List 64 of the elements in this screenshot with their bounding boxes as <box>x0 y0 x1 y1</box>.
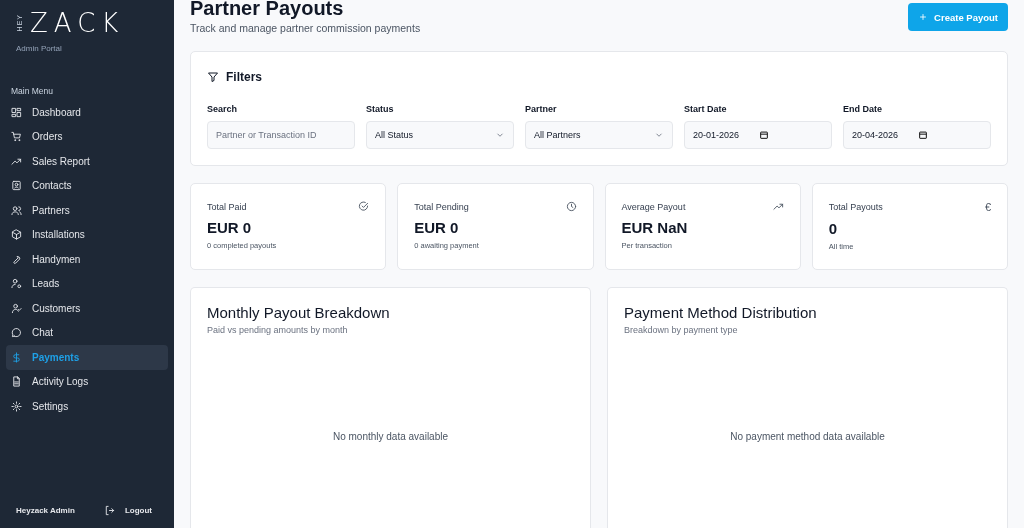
nav-item[interactable]: Contacts <box>6 173 168 198</box>
box-icon <box>11 229 22 241</box>
nav-item[interactable]: Installations <box>6 222 168 247</box>
logout-link[interactable]: Logout <box>103 505 152 516</box>
stat-label: Average Payout <box>621 201 686 212</box>
page-subtitle: Track and manage partner commission payments <box>190 22 421 34</box>
lead-icon <box>11 278 22 290</box>
nav-item[interactable]: Customers <box>6 296 168 321</box>
stat-label: Total Pending <box>414 201 469 212</box>
check-circle-icon <box>358 201 370 212</box>
field-label: Status <box>366 104 395 114</box>
panel-title: Payment Method Distribution <box>624 304 818 321</box>
user-name: Heyzack Admin <box>16 506 75 515</box>
search-field[interactable]: Partner or Transaction ID <box>207 121 355 149</box>
calendar-icon <box>918 130 929 140</box>
trend-up-icon <box>772 201 784 212</box>
cart-icon <box>11 131 22 143</box>
nav-item[interactable]: Leads <box>6 271 168 296</box>
filter-icon <box>207 71 219 83</box>
field-label: Start Date <box>684 104 728 114</box>
field-label: End Date <box>843 104 883 114</box>
euro-symbol: € <box>984 201 991 213</box>
nav-item[interactable]: Orders <box>6 124 168 149</box>
dollar-icon <box>11 351 22 363</box>
panel-subtitle: Paid vs pending amounts by month <box>207 325 349 335</box>
clock-icon <box>565 201 577 212</box>
panel-subtitle: Breakdown by payment type <box>624 325 739 335</box>
calendar-icon <box>759 130 770 140</box>
date-field[interactable]: 20-01-2026 <box>684 121 832 149</box>
select-field[interactable]: All Partners <box>525 121 673 149</box>
chat-icon <box>11 327 22 339</box>
nav-item[interactable]: Dashboard <box>6 100 168 125</box>
nav-item[interactable]: Chat <box>6 320 168 345</box>
panel-title: Monthly Payout Breakdown <box>207 304 391 321</box>
users-icon <box>11 204 22 216</box>
stat-value: EUR NaN <box>621 219 689 236</box>
nav-item[interactable]: Payments <box>6 345 168 370</box>
nav-item[interactable]: Partners <box>6 198 168 223</box>
nav-item[interactable]: Handymen <box>6 247 168 272</box>
logo-text: ZACK <box>30 10 125 36</box>
contact-icon <box>11 180 22 192</box>
stat-label: Total Payouts <box>828 202 883 212</box>
select-field[interactable]: All Status <box>366 121 514 149</box>
filters-title: Filters <box>226 70 262 84</box>
nav-item[interactable]: Settings <box>6 394 168 419</box>
stat-label: Total Paid <box>207 201 247 212</box>
field-label: Search <box>207 104 239 114</box>
date-field[interactable]: 20-04-2026 <box>843 121 991 149</box>
nav-item[interactable]: Activity Logs <box>6 369 168 394</box>
menu-heading: Main Menu <box>10 85 55 98</box>
stat-value: EUR 0 <box>414 219 460 236</box>
portal-subtitle: Admin Portal <box>16 44 63 53</box>
plus-icon <box>918 12 929 22</box>
stat-value: EUR 0 <box>207 219 253 236</box>
user-icon <box>11 302 22 314</box>
file-icon <box>11 376 22 388</box>
grid-icon <box>11 106 22 118</box>
nav-item[interactable]: Sales Report <box>6 149 168 174</box>
logout-icon <box>103 505 115 516</box>
stat-value: 0 <box>828 220 839 237</box>
page-title: Partner Payouts <box>190 0 345 20</box>
empty-message: No monthly data available <box>332 430 449 442</box>
empty-message: No payment method data available <box>730 430 885 442</box>
field-label: Partner <box>525 104 558 114</box>
